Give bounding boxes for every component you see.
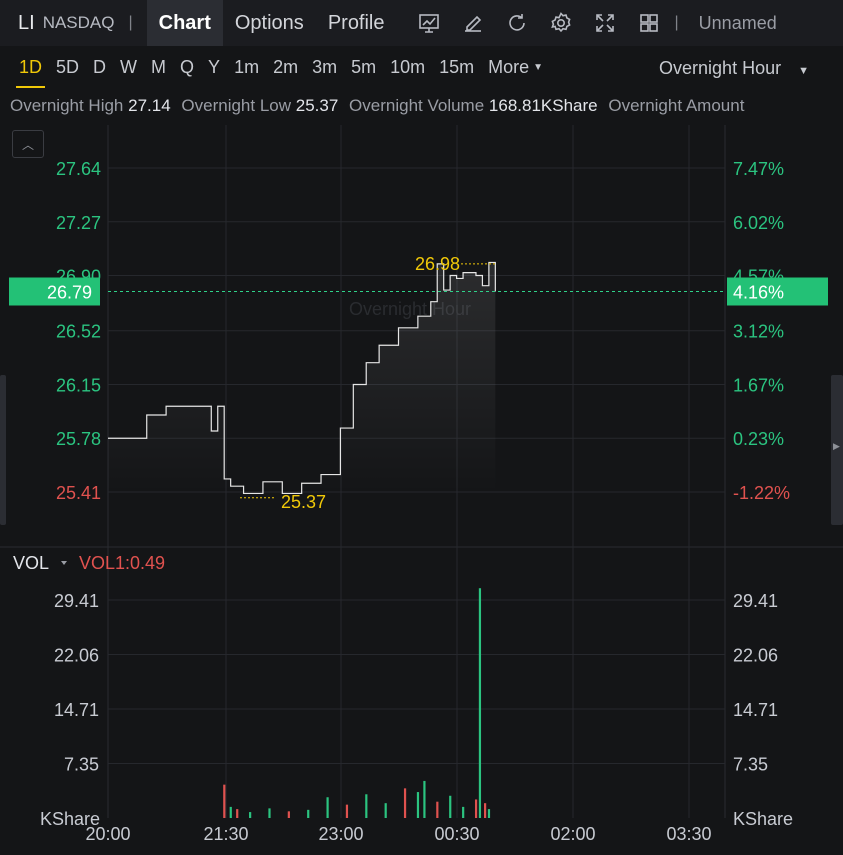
volume-bar [365, 794, 368, 818]
price-tick-label: 25.41 [56, 483, 101, 503]
percent-tick-label: 6.02% [733, 213, 784, 233]
volume-bar [236, 809, 239, 818]
volume-bar [487, 809, 491, 818]
volume-bar [423, 780, 426, 818]
volume-tick-label: 22.06 [54, 645, 99, 665]
price-tick-label: 26.15 [56, 375, 101, 395]
low-marker-label: 25.37 [281, 492, 326, 512]
volume-tick-label: 29.41 [54, 591, 99, 611]
volume-bar [436, 801, 439, 818]
percent-tick-label: 3.12% [733, 322, 784, 342]
volume-bar [478, 588, 482, 818]
chevron-right-icon: ▶ [833, 441, 840, 451]
chart-canvas[interactable]: Overnight Hour27.6427.2726.9026.5226.152… [0, 0, 843, 855]
percent-tick-label: 7.47% [733, 159, 784, 179]
left-panel-handle[interactable] [0, 375, 6, 525]
volume-tick-label-right: 29.41 [733, 591, 778, 611]
volume-bar [249, 812, 252, 818]
volume-unit-label-right: KShare [733, 809, 793, 829]
volume-tick-label-right: 14.71 [733, 700, 778, 720]
percent-tick-label: -1.22% [733, 483, 790, 503]
time-axis-label: 23:00 [318, 824, 363, 844]
volume-bar [223, 784, 226, 818]
volume-bar [384, 803, 387, 818]
time-axis-label: 03:30 [666, 824, 711, 844]
current-price-label: 26.79 [47, 282, 92, 302]
volume-bar [229, 806, 232, 818]
volume-tick-label: 14.71 [54, 700, 99, 720]
percent-tick-label: 0.23% [733, 429, 784, 449]
volume-tick-label: 7.35 [64, 755, 99, 775]
volume-tick-label-right: 7.35 [733, 755, 768, 775]
time-axis-label: 02:00 [550, 824, 595, 844]
price-tick-label: 27.27 [56, 213, 101, 233]
volume-bar [326, 797, 329, 818]
volume-bar [474, 799, 478, 818]
percent-tick-label: 1.67% [733, 375, 784, 395]
high-marker-label: 26.98 [415, 254, 460, 274]
right-panel-handle[interactable]: ▶ [831, 375, 843, 525]
volume-bar [287, 811, 290, 818]
time-axis-label: 20:00 [85, 824, 130, 844]
price-tick-label: 26.52 [56, 322, 101, 342]
volume-bar [268, 808, 271, 818]
volume-dropdown-icon [61, 561, 67, 565]
volume-bar [462, 806, 465, 818]
volume-bar [307, 809, 310, 818]
price-tick-label: 25.78 [56, 429, 101, 449]
volume-bar [416, 792, 420, 818]
volume-legend-label: VOL [13, 553, 49, 573]
volume-tick-label-right: 22.06 [733, 645, 778, 665]
volume-bar [403, 788, 407, 818]
time-axis-label: 21:30 [203, 824, 248, 844]
volume-bar [484, 803, 487, 818]
time-axis-label: 00:30 [434, 824, 479, 844]
volume-bar [449, 795, 452, 818]
volume-bar [345, 804, 349, 818]
volume-indicator-label: VOL1:0.49 [79, 553, 165, 573]
price-tick-label: 27.64 [56, 159, 101, 179]
current-change-label: 4.16% [733, 282, 784, 302]
